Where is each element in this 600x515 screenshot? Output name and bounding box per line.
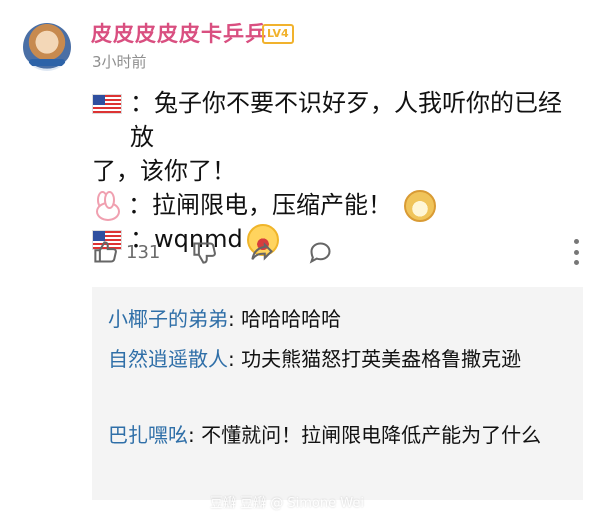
replies-box: 小椰子的弟弟: 哈哈哈哈哈 自然逍遥散人: 功夫熊猫怒打英美盎格鲁撒克逊 巴扎嘿… [92, 287, 583, 500]
comment-text-2: 了，该你了！ [92, 157, 236, 185]
watermark: 豆瓣 豆瓣 @ Simone Wei [210, 496, 364, 511]
more-options-icon[interactable] [572, 239, 580, 265]
share-button[interactable] [249, 239, 276, 266]
level-badge: LV4 [262, 24, 294, 44]
reply-author[interactable]: 巴扎嘿吆 [108, 423, 188, 447]
reply-text: : 不懂就问！拉闸限电降低产能为了什么 [188, 423, 542, 447]
comment-icon [307, 239, 334, 266]
share-icon [249, 239, 276, 266]
comment-text-3: ：拉闸限电，压缩产能！ [128, 191, 392, 219]
comment-actions: 131 [92, 238, 582, 266]
comment-line-2: 了，该你了！ [92, 154, 562, 188]
user-avatar[interactable] [23, 23, 71, 71]
reply-author[interactable]: 小椰子的弟弟 [108, 307, 228, 331]
comment-text-1: ：兔子你不要不识好歹，人我听你的已经放 [130, 89, 562, 151]
username[interactable]: 皮皮皮皮皮卡乒乒 [91, 18, 267, 48]
comment-line-1: ：兔子你不要不识好歹，人我听你的已经放 [92, 86, 562, 154]
like-count: 131 [126, 241, 161, 263]
thumbs-down-icon [191, 239, 218, 266]
us-flag-icon [92, 94, 122, 114]
comment-line-3: ：拉闸限电，压缩产能！ [92, 188, 562, 222]
reply-1[interactable]: 小椰子的弟弟: 哈哈哈哈哈 [108, 305, 568, 334]
reply-3[interactable]: 巴扎嘿吆: 不懂就问！拉闸限电降低产能为了什么 [108, 421, 568, 450]
dislike-button[interactable] [191, 239, 218, 266]
reply-button[interactable] [307, 239, 334, 266]
smug-doge-icon [404, 190, 436, 222]
timestamp: 3小时前 [92, 53, 147, 71]
reply-2[interactable]: 自然逍遥散人: 功夫熊猫怒打英美盎格鲁撒克逊 [108, 345, 568, 374]
reply-author[interactable]: 自然逍遥散人 [108, 347, 228, 371]
rabbit-icon [92, 191, 120, 221]
avatar-badge [29, 59, 65, 66]
like-button[interactable]: 131 [92, 239, 160, 266]
thumbs-up-icon [92, 239, 119, 266]
reply-text: : 哈哈哈哈哈 [228, 307, 342, 331]
reply-text: : 功夫熊猫怒打英美盎格鲁撒克逊 [228, 347, 522, 371]
comment-content: ：兔子你不要不识好歹，人我听你的已经放 了，该你了！ ：拉闸限电，压缩产能！ ：… [92, 86, 562, 256]
